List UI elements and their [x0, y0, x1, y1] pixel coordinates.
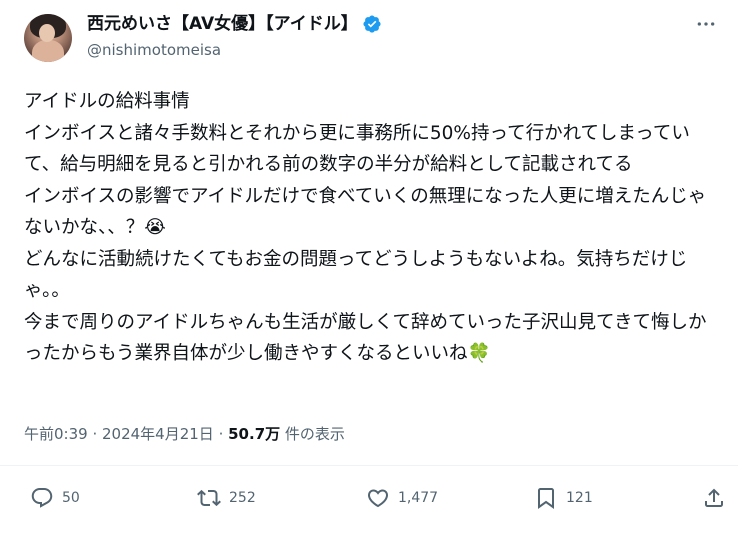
bookmark-icon [538, 488, 554, 509]
repost-count: 252 [229, 490, 256, 506]
reply-icon [31, 488, 53, 508]
meta-separator: · [87, 425, 102, 443]
bookmark-button[interactable]: 121 [534, 486, 593, 510]
author-handle[interactable]: @nishimotomeisa [87, 40, 221, 60]
post-time[interactable]: 午前0:39 [24, 425, 88, 443]
divider [0, 465, 738, 466]
verified-badge-icon [363, 15, 381, 33]
reply-button[interactable]: 50 [30, 486, 80, 510]
like-count: 1,477 [398, 490, 439, 506]
post-date[interactable]: 2024年4月21日 [102, 425, 214, 443]
repost-icon [197, 489, 221, 507]
meta-separator-2: · [213, 425, 229, 443]
repost-button[interactable]: 252 [197, 486, 256, 510]
views-label: 件の表示 [280, 425, 345, 443]
author-display-name[interactable]: 西元めいさ【AV女優】【アイドル】 [87, 13, 358, 35]
like-button[interactable]: 1,477 [366, 486, 438, 510]
heart-icon [367, 489, 389, 508]
tweet-meta: 午前0:39 · 2024年4月21日 · 50.7万 件の表示 [24, 423, 345, 445]
tweet-text: アイドルの給料事情 インボイスと諸々手数料とそれから更に事務所に50%持って行か… [24, 91, 707, 364]
bookmark-count: 121 [566, 490, 593, 506]
share-icon [705, 488, 723, 507]
avatar[interactable] [24, 14, 72, 62]
views-count: 50.7万 [228, 425, 281, 443]
author-name-row[interactable]: 西元めいさ【AV女優】【アイドル】 [87, 13, 382, 35]
reply-count: 50 [62, 490, 80, 506]
share-button[interactable] [702, 486, 726, 510]
more-options-icon[interactable] [696, 14, 716, 34]
